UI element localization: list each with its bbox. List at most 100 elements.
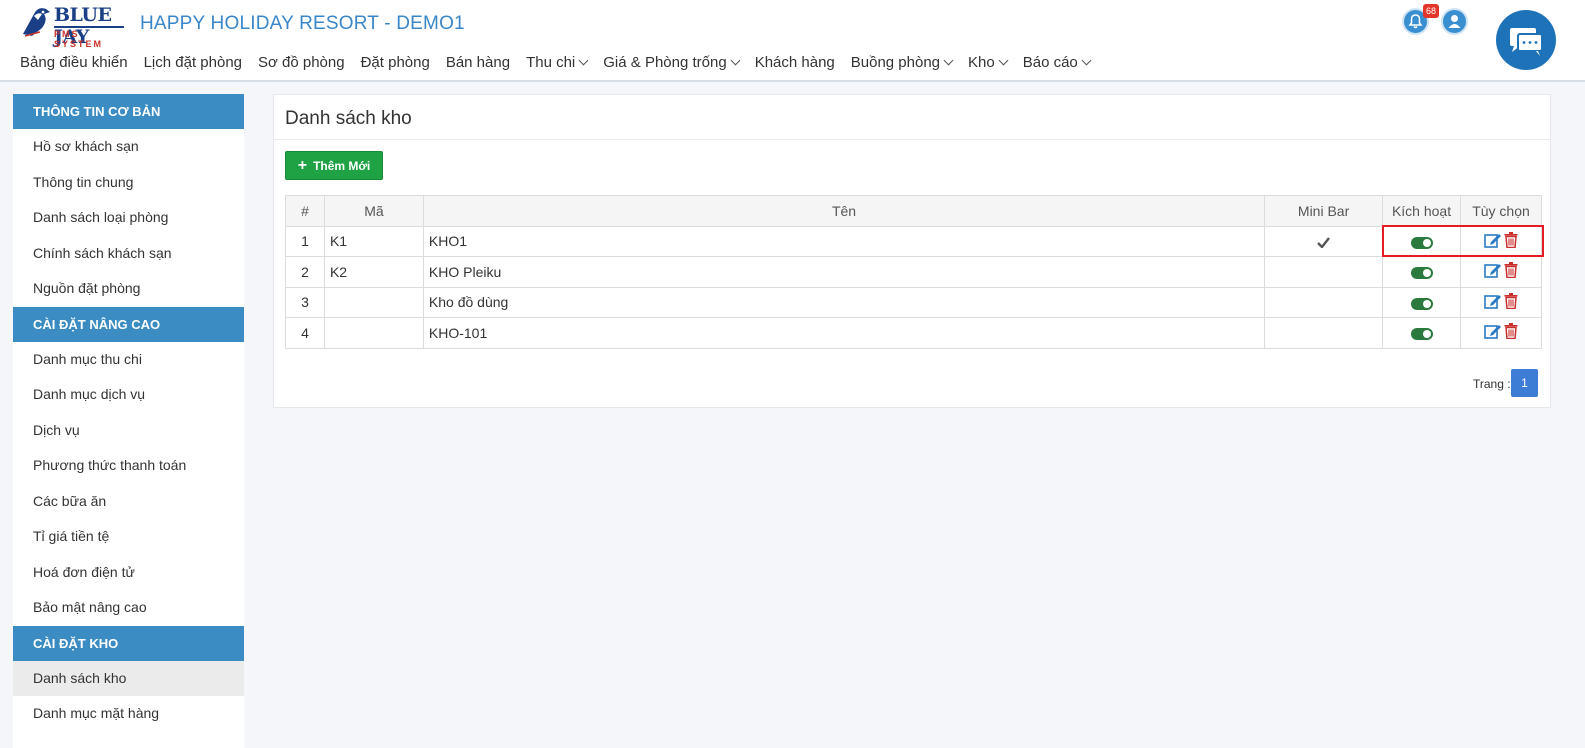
trash-icon[interactable]: [1504, 323, 1518, 342]
warehouse-table: # Mã Tên Mini Bar Kích hoạt Tùy chọn 1 K1…: [285, 195, 1542, 349]
chevron-down-icon: [1081, 55, 1092, 66]
row-options: [1460, 286, 1542, 318]
nav-item-label: Sơ đồ phòng: [258, 54, 345, 71]
sidebar-item[interactable]: Danh mục mặt hàng: [13, 696, 244, 732]
table-row: 4 KHO-101: [285, 317, 1542, 349]
active-toggle[interactable]: [1410, 328, 1433, 341]
table-row: 3 Kho đồ dùng: [285, 286, 1542, 318]
trash-icon[interactable]: [1504, 292, 1518, 312]
row-name: KHO1: [422, 225, 1266, 257]
chevron-down-icon: [943, 55, 954, 66]
trash-icon[interactable]: [1504, 262, 1518, 281]
nav-item-label: Đặt phòng: [360, 54, 430, 71]
bird-logo-icon: [23, 8, 50, 37]
chevron-down-icon: [998, 55, 1009, 66]
check-icon: [1317, 237, 1331, 249]
row-active-cell: [1382, 256, 1461, 288]
row-name: KHO Pleiku: [422, 256, 1266, 288]
row-options: [1460, 256, 1542, 288]
app-title: HAPPY HOLIDAY RESORT - DEMO1: [140, 13, 465, 34]
row-index: 4: [285, 317, 325, 349]
sidebar-section-title: THÔNG TIN CƠ BẢN: [13, 94, 244, 129]
pager-label: Trang :: [1473, 377, 1511, 391]
row-code: K1: [323, 225, 424, 257]
sidebar-item[interactable]: Dịch vụ: [13, 413, 244, 449]
logo-divider: [54, 26, 124, 28]
edit-icon[interactable]: [1484, 262, 1502, 281]
table-row: 2 K2 KHO Pleiku: [285, 256, 1542, 288]
page-1-button[interactable]: 1: [1511, 369, 1538, 397]
nav-item[interactable]: Khách hàng: [755, 54, 835, 71]
main-nav: Bảng điều khiển Lịch đặt phòng Sơ đồ phòng…: [20, 54, 1106, 71]
row-index: 1: [285, 225, 325, 257]
chat-icon: [1510, 28, 1543, 56]
notification-badge: 68: [1423, 4, 1440, 18]
nav-item[interactable]: Lịch đặt phòng: [144, 54, 242, 71]
nav-item[interactable]: Bảng điều khiển: [20, 54, 128, 71]
col-options: Tùy chọn: [1460, 195, 1542, 227]
sidebar-item[interactable]: Tỉ giá tiền tệ: [13, 519, 244, 555]
nav-item[interactable]: Sơ đồ phòng: [258, 54, 345, 71]
nav-item-label: Kho: [968, 54, 995, 71]
row-name: KHO-101: [422, 317, 1266, 349]
add-new-button[interactable]: + Thêm Mới: [285, 151, 383, 180]
col-name: Tên: [422, 195, 1266, 227]
chevron-down-icon: [578, 55, 589, 66]
nav-item[interactable]: Đặt phòng: [361, 54, 430, 71]
row-options: [1460, 317, 1542, 349]
nav-item-label: Lịch đặt phòng: [143, 54, 243, 71]
settings-sidebar: THÔNG TIN CƠ BẢN Hồ sơ khách sạn Thông tin…: [13, 94, 244, 748]
sidebar-item[interactable]: Hoá đơn điện tử: [13, 555, 244, 591]
nav-item[interactable]: Thu chi: [526, 54, 589, 71]
active-toggle[interactable]: [1410, 297, 1433, 310]
table-header-row: # Mã Tên Mini Bar Kích hoạt Tùy chọn: [285, 195, 1542, 227]
page-title: Danh sách kho: [285, 108, 412, 129]
row-code: [323, 286, 424, 318]
row-active-cell: [1382, 286, 1461, 318]
nav-item-label: Bán hàng: [445, 54, 511, 71]
title-divider: [274, 139, 1550, 140]
sidebar-item[interactable]: Hồ sơ khách sạn: [13, 129, 244, 165]
row-code: [323, 317, 424, 349]
sidebar-item[interactable]: Danh mục dịch vụ: [13, 377, 244, 413]
edit-icon[interactable]: [1484, 293, 1502, 312]
row-active-cell: [1382, 317, 1461, 349]
sidebar-item[interactable]: Các bữa ăn: [13, 484, 244, 520]
sidebar-section-title: CÀI ĐẶT NÂNG CAO: [13, 306, 244, 342]
active-toggle[interactable]: [1410, 267, 1433, 280]
sidebar-item[interactable]: Danh mục thu chi: [13, 342, 244, 378]
sidebar-item[interactable]: Nguồn đặt phòng: [13, 271, 244, 307]
chevron-down-icon: [730, 55, 741, 66]
col-active: Kích hoạt: [1382, 195, 1461, 227]
sidebar-item[interactable]: Phương thức thanh toán: [13, 448, 244, 484]
sidebar-item[interactable]: Danh sách loại phòng: [13, 200, 244, 236]
edit-icon[interactable]: [1484, 323, 1502, 342]
table-row: 1 K1 KHO1: [285, 225, 1542, 257]
plus-icon: +: [297, 156, 308, 174]
warehouse-list-panel: Danh sách kho + Thêm Mới # Mã Tên Mini B…: [273, 94, 1551, 408]
user-menu-button[interactable]: [1441, 8, 1468, 35]
col-code: Mã: [323, 195, 424, 227]
sidebar-item[interactable]: Danh sách kho: [13, 660, 244, 696]
row-index: 3: [285, 286, 325, 318]
sidebar-section-title: CÀI ĐẶT KHO: [13, 625, 244, 661]
nav-item[interactable]: Báo cáo: [1023, 54, 1092, 71]
top-header: BLUE JAY PMS SYSTEM HAPPY HOLIDAY RESORT…: [0, 0, 1585, 82]
nav-item-label: Giá & Phòng trống: [603, 54, 727, 71]
nav-item[interactable]: Buồng phòng: [851, 54, 954, 71]
blue-jay-logo[interactable]: BLUE JAY PMS SYSTEM: [20, 2, 126, 49]
nav-item[interactable]: Giá & Phòng trống: [603, 54, 741, 71]
sidebar-item[interactable]: Thông tin chung: [13, 165, 244, 201]
sidebar-item[interactable]: Chính sách khách sạn: [13, 236, 244, 272]
logo-subtext: PMS SYSTEM: [54, 29, 104, 49]
col-index: #: [285, 195, 325, 227]
row-code: K2: [323, 256, 424, 288]
row-minibar: [1264, 317, 1384, 349]
sidebar-item[interactable]: Bảo mật nâng cao: [13, 590, 244, 626]
row-minibar: [1264, 286, 1384, 318]
chat-button[interactable]: [1496, 10, 1556, 70]
nav-item[interactable]: Bán hàng: [446, 54, 510, 71]
nav-item[interactable]: Kho: [968, 54, 1009, 71]
nav-item-label: Khách hàng: [754, 54, 835, 71]
row-name: Kho đồ dùng: [422, 286, 1266, 318]
